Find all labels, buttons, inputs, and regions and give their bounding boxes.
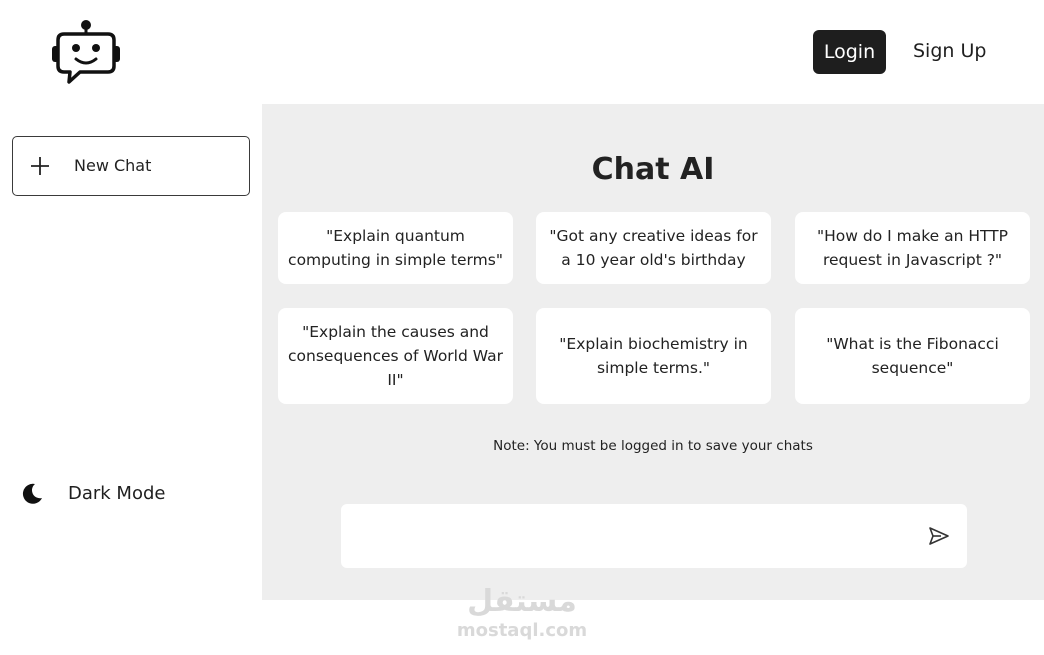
dark-mode-label: Dark Mode <box>68 483 166 504</box>
dark-mode-toggle[interactable]: Dark Mode <box>20 480 220 510</box>
plus-icon <box>29 155 51 177</box>
suggestion-card[interactable]: "Explain quantum computing in simple ter… <box>278 212 513 284</box>
suggestion-card[interactable]: "How do I make an HTTP request in Javasc… <box>795 212 1030 284</box>
watermark-arabic: مستقل <box>467 584 577 619</box>
new-chat-label: New Chat <box>74 156 152 175</box>
new-chat-button[interactable]: New Chat <box>12 136 250 196</box>
signup-link[interactable]: Sign Up <box>913 40 986 62</box>
suggestion-card[interactable]: "What is the Fibonacci sequence" <box>795 308 1030 404</box>
message-input[interactable] <box>357 522 907 550</box>
suggestion-card[interactable]: "Got any creative ideas for a 10 year ol… <box>536 212 771 284</box>
chat-main-panel: Chat AI "Explain quantum computing in si… <box>262 104 1044 600</box>
suggestion-card[interactable]: "Explain the causes and consequences of … <box>278 308 513 404</box>
robot-chat-logo-icon[interactable] <box>50 18 122 86</box>
page-title: Chat AI <box>591 152 715 187</box>
login-button[interactable]: Login <box>813 30 886 74</box>
send-icon[interactable] <box>927 524 951 548</box>
moon-icon <box>20 482 44 506</box>
watermark-latin: mostaql.com <box>456 620 588 641</box>
message-input-container <box>341 504 967 568</box>
login-note: Note: You must be logged in to save your… <box>493 438 813 454</box>
page: Login Sign Up New Chat Dark Mode Chat AI… <box>0 0 1044 655</box>
suggestion-card[interactable]: "Explain biochemistry in simple terms." <box>536 308 771 404</box>
